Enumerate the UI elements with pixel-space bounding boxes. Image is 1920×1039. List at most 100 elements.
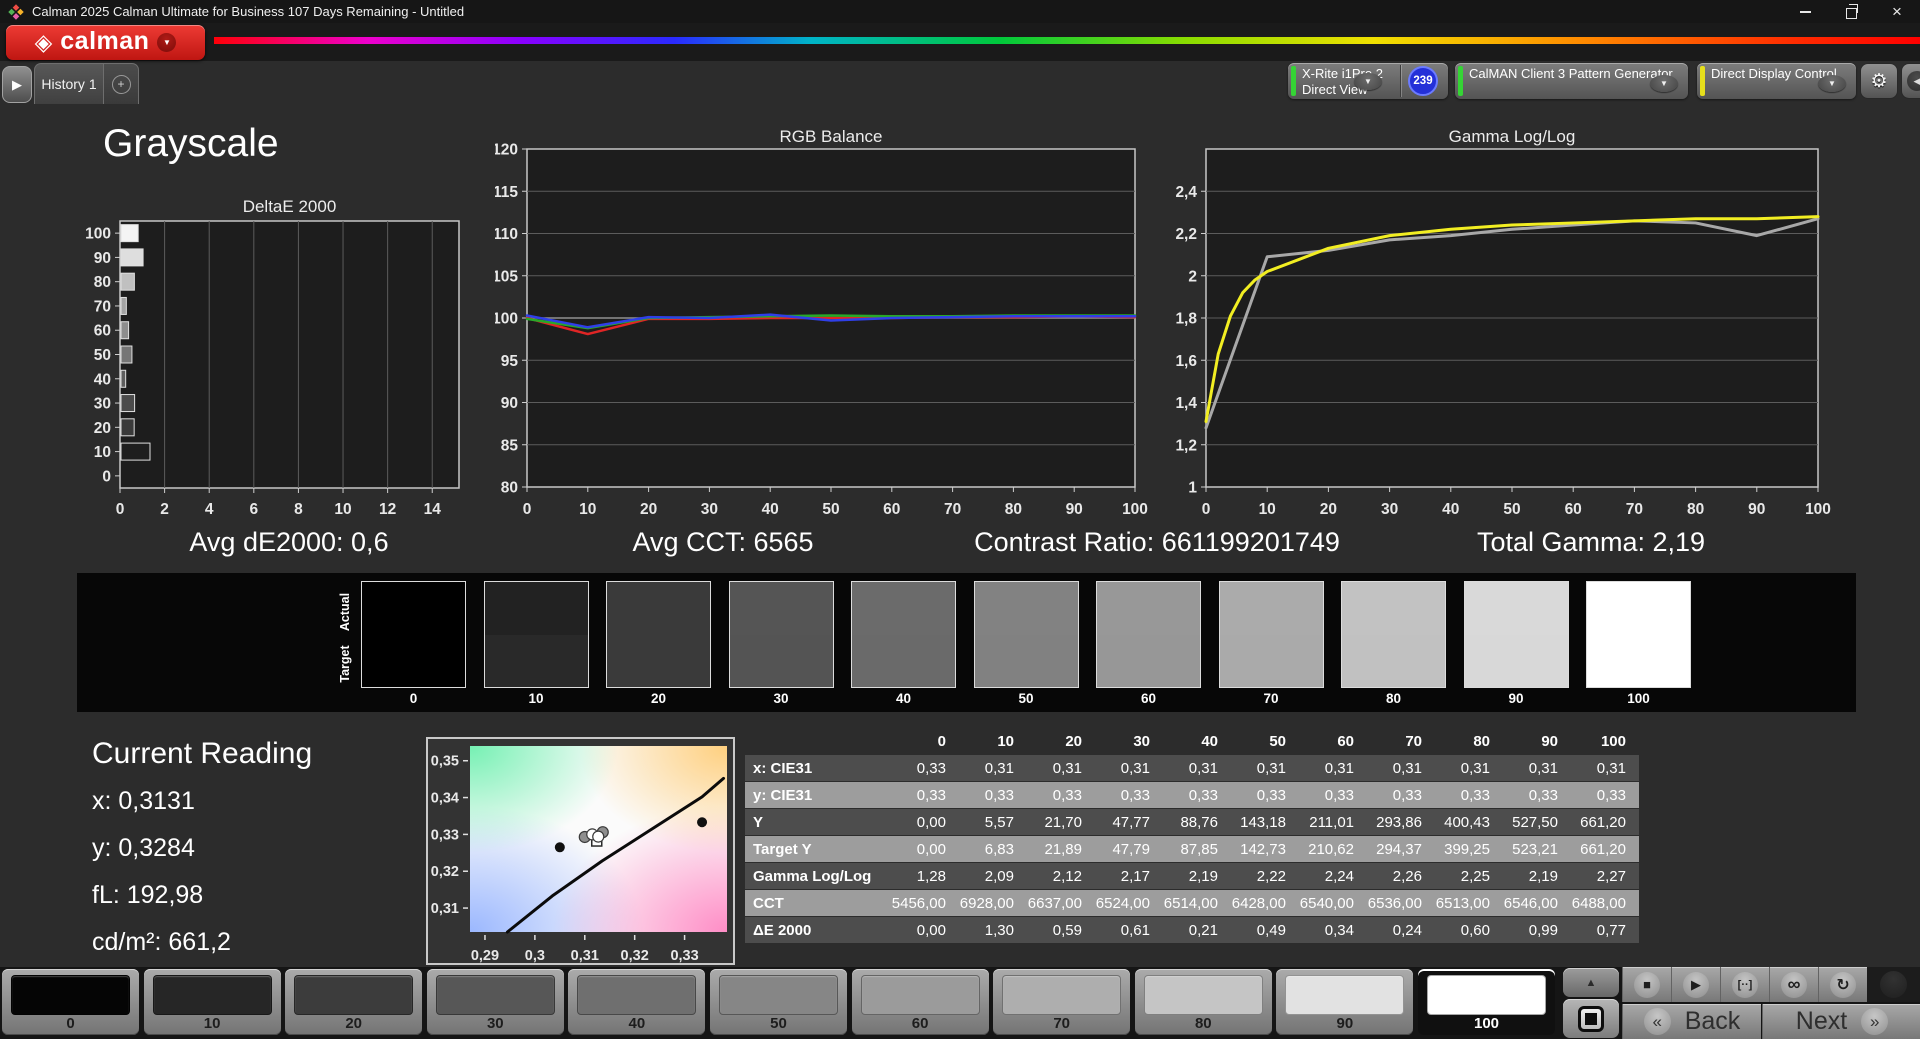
table-cell: 661,20 xyxy=(1580,813,1626,831)
table-cell: 0,31 xyxy=(1052,759,1082,777)
table-cell: 400,43 xyxy=(1444,813,1490,831)
chevron-down-icon: ▼ xyxy=(157,33,177,52)
swatch-level-label: 90 xyxy=(1508,691,1524,706)
table-cell: 6536,00 xyxy=(1367,894,1422,912)
svg-text:20: 20 xyxy=(640,501,657,518)
display-status-bar xyxy=(1700,66,1705,96)
table-row: Gamma Log/Log 1,28 2,09 2,12 2,17 2,19 2,22 2,2… xyxy=(745,863,1639,889)
minimize-icon xyxy=(1799,10,1811,13)
svg-text:0,32: 0,32 xyxy=(431,864,459,880)
svg-text:70: 70 xyxy=(1626,501,1643,518)
table-row-label: ΔE 2000 xyxy=(753,921,812,939)
table-cell: 0,49 xyxy=(1256,921,1286,939)
table-row: Y 0,00 5,57 21,70 47,77 88,76 143,18 211,01 293,… xyxy=(745,809,1639,835)
grayscale-swatch-50: 50 xyxy=(973,581,1079,706)
svg-text:0: 0 xyxy=(116,501,125,518)
add-tab-button[interactable]: + xyxy=(104,63,139,104)
table-cell: 0,00 xyxy=(916,840,946,858)
pattern-tile-80[interactable]: 80 xyxy=(1134,969,1272,1035)
table-cell: 293,86 xyxy=(1376,813,1422,831)
titlebar: Calman 2025 Calman Ultimate for Business… xyxy=(0,0,1920,23)
pattern-tile-label: 70 xyxy=(1053,1015,1071,1032)
swatch-level-label: 100 xyxy=(1627,691,1650,706)
table-cell: 2,19 xyxy=(1188,867,1218,885)
table-cell: 1,28 xyxy=(916,867,946,885)
target-row-label: Target xyxy=(338,645,352,683)
source-dropdown[interactable]: CalMAN Client 3 Pattern Generator ▼ xyxy=(1455,63,1688,99)
svg-text:60: 60 xyxy=(1565,501,1582,518)
table-row: x: CIE31 0,33 0,31 0,31 0,31 0,31 0,31 0,31 0,31… xyxy=(745,755,1639,781)
pattern-tile-60[interactable]: 60 xyxy=(851,969,989,1035)
svg-text:40: 40 xyxy=(94,371,111,388)
svg-text:70: 70 xyxy=(944,501,961,518)
pattern-tile-30[interactable]: 30 xyxy=(426,969,564,1035)
pattern-tile-20[interactable]: 20 xyxy=(285,969,423,1035)
pattern-tile-70[interactable]: 70 xyxy=(993,969,1131,1035)
table-cell: 2,24 xyxy=(1324,867,1354,885)
table-cell: 0,34 xyxy=(1324,921,1354,939)
grayscale-swatch-60: 60 xyxy=(1096,581,1201,706)
table-row-label: Y xyxy=(753,813,764,831)
pattern-tile-0[interactable]: 0 xyxy=(2,969,139,1035)
delta-e-chart: 0 2 4 6 8 10 12 141009080706050403020100 xyxy=(85,220,460,518)
pattern-tile-label: 20 xyxy=(345,1015,363,1032)
table-cell: 6928,00 xyxy=(959,894,1014,912)
collapse-panel-button[interactable]: ◀ xyxy=(1901,63,1920,99)
reading-fl: fL: 192,98 xyxy=(92,881,204,909)
app-header: ◈ calman ▼ xyxy=(0,23,1920,61)
meter-count-badge[interactable]: 239 xyxy=(1408,66,1438,96)
table-cell: 0,31 xyxy=(1256,759,1286,777)
minimize-button[interactable] xyxy=(1782,0,1828,23)
back-button[interactable]: « Back xyxy=(1622,1004,1761,1039)
pattern-window-button[interactable] xyxy=(1563,999,1619,1038)
pattern-tile-90[interactable]: 90 xyxy=(1276,969,1414,1035)
table-cell: 87,85 xyxy=(1180,840,1218,858)
calman-menu-button[interactable]: ◈ calman ▼ xyxy=(6,25,205,60)
loop-measure-button[interactable]: ↻ xyxy=(1818,967,1867,1002)
settings-button[interactable]: ⚙ xyxy=(1860,63,1898,99)
table-cell: 0,99 xyxy=(1528,921,1558,939)
table-cell: 0,33 xyxy=(1392,786,1422,804)
continuous-measure-button[interactable]: ∞ xyxy=(1769,967,1818,1002)
svg-text:50: 50 xyxy=(822,501,839,518)
pattern-tile-100[interactable]: 100 xyxy=(1418,969,1555,1035)
single-measure-button[interactable]: [··] xyxy=(1720,967,1769,1002)
pattern-tile-40[interactable]: 40 xyxy=(568,969,706,1035)
svg-text:0,32: 0,32 xyxy=(621,948,649,963)
swatch-level-label: 10 xyxy=(528,691,544,706)
next-button[interactable]: Next » xyxy=(1762,1004,1920,1039)
table-cell: 6,83 xyxy=(984,840,1014,858)
reading-x: x: 0,3131 xyxy=(92,787,195,815)
table-cell: 0,31 xyxy=(1324,759,1354,777)
svg-text:50: 50 xyxy=(94,347,111,364)
start-measure-button[interactable]: ▶ xyxy=(1671,967,1720,1002)
swatch-level-label: 30 xyxy=(773,691,789,706)
table-cell: 0,00 xyxy=(916,813,946,831)
chevron-left-icon: ◀ xyxy=(1907,71,1920,91)
tab-history-1[interactable]: History 1 xyxy=(34,63,104,104)
table-col-header: 10 xyxy=(997,733,1014,750)
pattern-tile-10[interactable]: 10 xyxy=(143,969,281,1035)
restore-icon xyxy=(1845,3,1858,19)
pattern-tile-50[interactable]: 50 xyxy=(710,969,847,1035)
meter-dropdown[interactable]: X-Rite i1Pro 2 Direct View ▼ 239 xyxy=(1288,63,1448,99)
table-cell: 47,79 xyxy=(1112,840,1150,858)
table-cell: 142,73 xyxy=(1240,840,1286,858)
table-row-label: Target Y xyxy=(753,840,812,858)
svg-text:30: 30 xyxy=(701,501,718,518)
stop-measure-button[interactable]: ■ xyxy=(1622,967,1671,1002)
table-cell: 0,00 xyxy=(916,921,946,939)
source-status-bar xyxy=(1458,66,1463,96)
display-control-dropdown[interactable]: Direct Display Control ▼ xyxy=(1697,63,1856,99)
history-panel-toggle-button[interactable]: ▶ xyxy=(2,66,32,103)
svg-text:0,34: 0,34 xyxy=(431,791,459,807)
restore-button[interactable] xyxy=(1828,0,1874,23)
svg-text:14: 14 xyxy=(424,501,442,518)
svg-text:20: 20 xyxy=(94,420,111,437)
expand-pattern-panel-button[interactable]: ▲ xyxy=(1563,968,1619,997)
swatch-level-label: 60 xyxy=(1140,691,1157,706)
grayscale-swatch-100: 100 xyxy=(1586,581,1691,706)
table-cell: 88,76 xyxy=(1180,813,1218,831)
close-button[interactable]: × xyxy=(1874,0,1920,23)
table-cell: 6513,00 xyxy=(1435,894,1490,912)
